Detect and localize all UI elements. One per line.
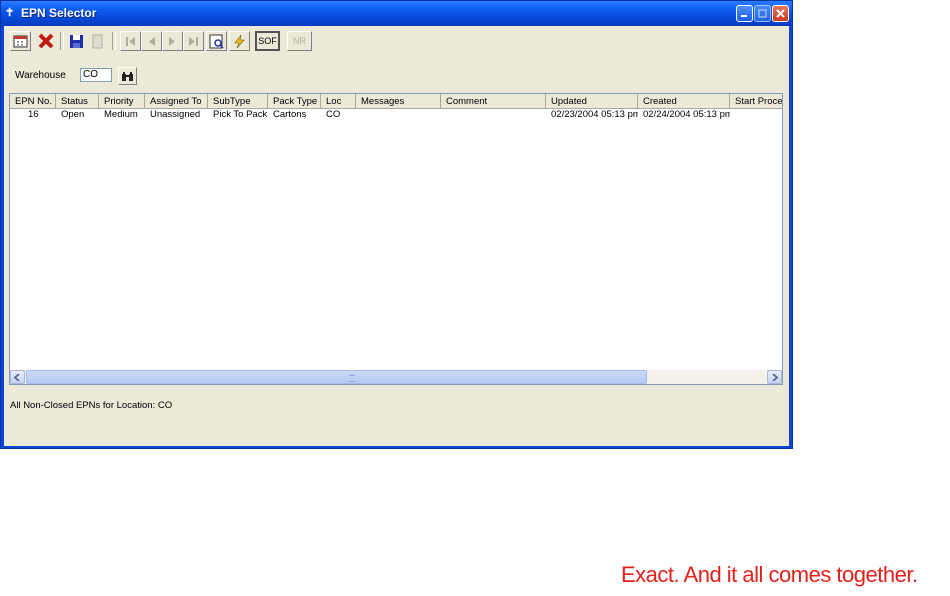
sof-button[interactable]: SOF — [255, 31, 280, 51]
cell-created: 02/24/2004 05:13 pm — [643, 109, 730, 120]
last-record-icon — [189, 36, 198, 46]
scrollbar-thumb[interactable] — [26, 370, 647, 384]
delete-icon — [38, 33, 53, 49]
maximize-icon — [758, 9, 767, 18]
column-header-messages[interactable]: Messages — [356, 94, 441, 109]
delete-button[interactable] — [35, 31, 56, 51]
scrollbar-grip — [349, 375, 355, 382]
cell-priority: Medium — [104, 109, 138, 120]
lightning-icon — [234, 34, 245, 48]
warehouse-find-button[interactable] — [118, 67, 137, 85]
next-record-button[interactable] — [162, 31, 183, 51]
calendar-button[interactable] — [10, 31, 31, 51]
previous-record-button[interactable] — [141, 31, 162, 51]
preview-icon — [209, 34, 224, 49]
column-header-pack-type[interactable]: Pack Type — [268, 94, 321, 109]
nr-button[interactable]: NR — [287, 31, 312, 51]
column-header-created[interactable]: Created — [638, 94, 730, 109]
first-record-button[interactable] — [120, 31, 141, 51]
title-bar[interactable]: ✝ EPN Selector — [1, 1, 792, 26]
previous-record-icon — [149, 36, 155, 46]
maximize-button[interactable] — [754, 5, 771, 22]
column-header-start-process[interactable]: Start Proce — [730, 94, 782, 109]
sof-label: SOF — [258, 36, 277, 46]
calendar-icon — [13, 35, 28, 48]
minimize-icon — [741, 15, 747, 17]
cell-loc: CO — [326, 109, 341, 120]
window-title: EPN Selector — [21, 6, 97, 20]
minimize-button[interactable] — [736, 5, 753, 22]
preview-button[interactable] — [206, 31, 227, 51]
column-header-subtype[interactable]: SubType — [208, 94, 268, 109]
horizontal-scrollbar[interactable] — [10, 370, 782, 384]
cell-updated: 02/23/2004 05:13 pm — [551, 109, 638, 120]
status-text: All Non-Closed EPNs for Location: CO — [10, 400, 173, 411]
close-button[interactable] — [772, 5, 789, 22]
column-header-epn-no[interactable]: EPN No. — [10, 94, 56, 109]
cell-comment — [441, 109, 546, 120]
epn-grid[interactable]: EPN No. Status Priority Assigned To SubT… — [9, 93, 783, 385]
warehouse-label: Warehouse — [15, 70, 66, 81]
cell-assigned-to: Unassigned — [150, 109, 201, 120]
toolbar-separator — [60, 32, 64, 50]
cell-start-process — [730, 109, 782, 120]
column-header-priority[interactable]: Priority — [99, 94, 145, 109]
cell-messages — [356, 109, 441, 120]
nr-label: NR — [293, 36, 306, 46]
save-icon — [70, 34, 83, 48]
column-header-assigned-to[interactable]: Assigned To — [145, 94, 208, 109]
cell-status: Open — [61, 109, 85, 120]
scroll-right-icon — [772, 373, 778, 381]
cell-pack-type: Cartons — [273, 109, 307, 120]
grid-header: EPN No. Status Priority Assigned To SubT… — [10, 94, 782, 109]
scroll-left-icon — [14, 373, 20, 381]
first-record-icon — [126, 36, 135, 46]
copy-icon — [92, 34, 103, 48]
scroll-left-button[interactable] — [10, 370, 25, 384]
binoculars-icon — [122, 71, 133, 81]
warehouse-input[interactable]: CO — [80, 68, 112, 82]
close-icon — [776, 9, 785, 18]
copy-button[interactable] — [87, 31, 108, 51]
table-row[interactable]: 16 Open Medium Unassigned Pick To Pack C… — [10, 109, 782, 120]
last-record-button[interactable] — [183, 31, 204, 51]
window-client-area: SOF NR Warehouse CO EPN No. Status Prior… — [4, 26, 789, 446]
column-header-comment[interactable]: Comment — [441, 94, 546, 109]
slogan: Exact. And it all comes together. — [621, 562, 918, 587]
toolbar: SOF NR — [8, 30, 785, 52]
save-button[interactable] — [66, 31, 87, 51]
lightning-button[interactable] — [229, 31, 250, 51]
app-icon[interactable]: ✝ — [5, 6, 17, 20]
scroll-right-button[interactable] — [767, 370, 782, 384]
column-header-status[interactable]: Status — [56, 94, 99, 109]
cell-epn-no: 16 — [28, 109, 39, 120]
next-record-icon — [169, 36, 175, 46]
cell-subtype: Pick To Pack — [213, 109, 268, 120]
column-header-loc[interactable]: Loc — [321, 94, 356, 109]
toolbar-separator — [112, 32, 116, 50]
column-header-updated[interactable]: Updated — [546, 94, 638, 109]
epn-selector-window: ✝ EPN Selector SOF NR Warehouse CO EPN N… — [0, 0, 793, 449]
